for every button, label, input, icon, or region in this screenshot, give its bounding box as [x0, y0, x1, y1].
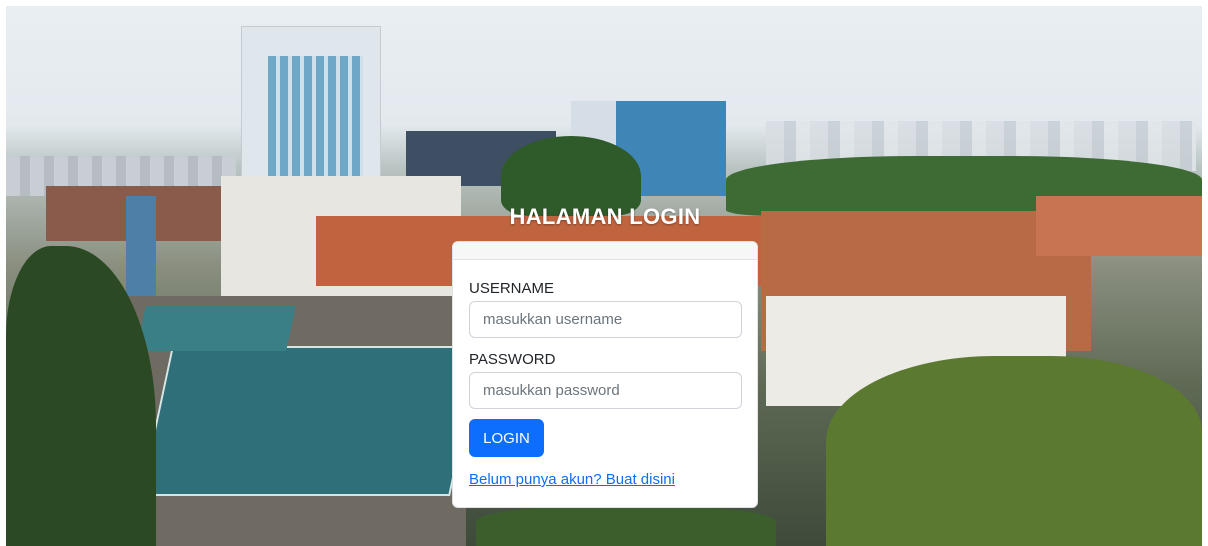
sports-court-small [136, 306, 296, 351]
password-input[interactable] [469, 372, 742, 409]
trees-right-foreground [826, 356, 1202, 546]
blue-scaffold [126, 196, 156, 301]
username-label: USERNAME [469, 280, 555, 297]
tower-left-glass [268, 56, 363, 186]
sports-court [140, 346, 482, 496]
username-input[interactable] [469, 301, 742, 338]
page-title: HALAMAN LOGIN [509, 204, 701, 229]
roof-far-right [1036, 196, 1202, 256]
trees-bottom-center [476, 506, 776, 546]
register-link[interactable]: Belum punya akun? Buat disini [469, 471, 675, 488]
password-label: PASSWORD [469, 351, 556, 368]
card-header [453, 242, 757, 260]
login-button[interactable]: LOGIN [469, 419, 544, 457]
login-card: USERNAME PASSWORD LOGIN Belum punya akun… [452, 241, 758, 508]
